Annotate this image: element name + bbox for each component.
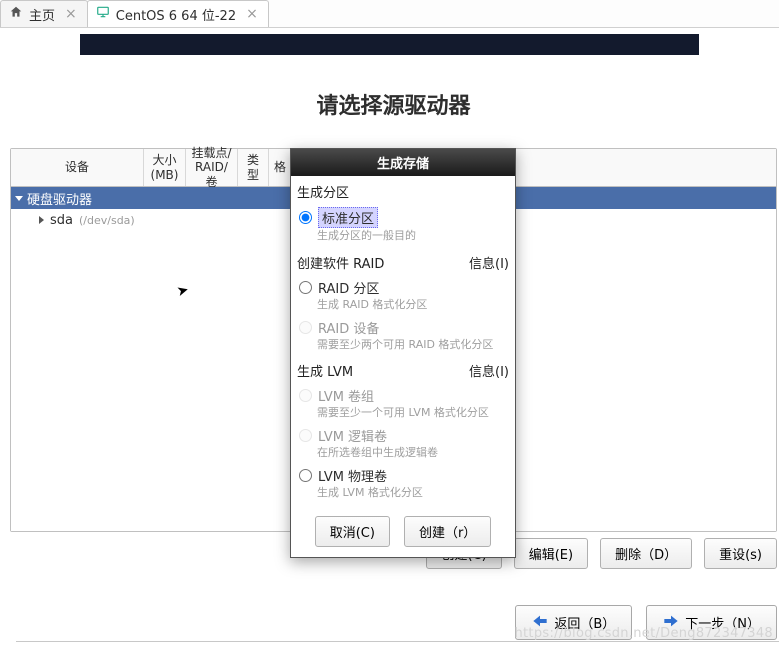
info-link-lvm[interactable]: 信息(I) (469, 361, 509, 380)
option-raid-partition[interactable]: RAID 分区 (297, 276, 509, 297)
device-path: (/dev/sda) (79, 214, 135, 227)
expand-down-icon (15, 196, 23, 201)
hint-lvm-lv: 在所选卷组中生成逻辑卷 (297, 445, 509, 464)
back-button-label: 返回（B） (554, 613, 615, 632)
close-icon[interactable]: × (246, 7, 258, 21)
hint-raid-device: 需要至少两个可用 RAID 格式化分区 (297, 337, 509, 356)
dialog-cancel-button[interactable]: 取消(C) (315, 516, 390, 547)
create-storage-dialog: 生成存储 生成分区 标准分区 生成分区的一般目的 创建软件 RAID 信息(I)… (290, 148, 516, 558)
radio-raid-device (299, 321, 312, 334)
expand-right-icon (39, 216, 44, 224)
info-link-raid[interactable]: 信息(I) (469, 253, 509, 272)
delete-button[interactable]: 删除（D） (600, 538, 692, 569)
page-title: 请选择源驱动器 (8, 60, 779, 148)
arrow-left-icon (532, 614, 548, 632)
edit-button[interactable]: 编辑(E) (514, 538, 588, 569)
th-device[interactable]: 设备 (11, 149, 144, 186)
section-software-raid: 创建软件 RAID 信息(I) (297, 253, 509, 272)
next-button-label: 下一步（N） (685, 613, 760, 632)
close-icon[interactable]: × (65, 7, 77, 21)
back-button[interactable]: 返回（B） (515, 605, 632, 640)
tab-home[interactable]: 主页 × (0, 0, 88, 27)
section-lvm: 生成 LVM 信息(I) (297, 361, 509, 380)
installer-top-banner (80, 34, 699, 55)
arrow-right-icon (663, 614, 679, 632)
reset-button[interactable]: 重设(s) (704, 538, 777, 569)
th-type[interactable]: 类型 (238, 149, 269, 186)
option-raid-device: RAID 设备 (297, 316, 509, 337)
status-bar (16, 641, 779, 657)
section-create-partition: 生成分区 (297, 182, 509, 201)
vm-icon (96, 5, 110, 23)
tab-bar: 主页 × CentOS 6 64 位-22 × (0, 0, 779, 28)
nav-row: 返回（B） 下一步（N） (8, 569, 779, 640)
device-name: sda (50, 213, 73, 228)
mouse-cursor-icon: ➤ (175, 282, 190, 300)
option-lvm-lv: LVM 逻辑卷 (297, 424, 509, 445)
dialog-title: 生成存储 (291, 149, 515, 176)
tab-home-label: 主页 (29, 5, 55, 24)
device-group-label: 硬盘驱动器 (27, 189, 92, 208)
next-button[interactable]: 下一步（N） (646, 605, 777, 640)
radio-raid-partition[interactable] (299, 281, 312, 294)
tab-vm[interactable]: CentOS 6 64 位-22 × (87, 0, 269, 27)
option-standard-partition[interactable]: 标准分区 (297, 205, 509, 228)
radio-standard-partition[interactable] (299, 211, 312, 224)
th-size[interactable]: 大小 (MB) (144, 149, 186, 186)
dialog-create-button[interactable]: 创建（r） (404, 516, 491, 547)
dialog-body: 生成分区 标准分区 生成分区的一般目的 创建软件 RAID 信息(I) RAID… (291, 176, 515, 557)
radio-lvm-pv[interactable] (299, 469, 312, 482)
hint-lvm-vg: 需要至少一个可用 LVM 格式化分区 (297, 405, 509, 424)
radio-lvm-vg (299, 389, 312, 402)
option-lvm-pv[interactable]: LVM 物理卷 (297, 464, 509, 485)
hint-lvm-pv: 生成 LVM 格式化分区 (297, 485, 509, 504)
option-lvm-vg: LVM 卷组 (297, 384, 509, 405)
th-mount[interactable]: 挂载点/ RAID/卷 (186, 149, 238, 186)
radio-lvm-lv (299, 429, 312, 442)
tab-vm-label: CentOS 6 64 位-22 (116, 5, 236, 24)
home-icon (9, 5, 23, 23)
th-format[interactable]: 格 (269, 149, 291, 186)
dialog-button-row: 取消(C) 创建（r） (297, 504, 509, 547)
hint-raid-partition: 生成 RAID 格式化分区 (297, 297, 509, 316)
hint-standard-partition: 生成分区的一般目的 (297, 228, 509, 247)
